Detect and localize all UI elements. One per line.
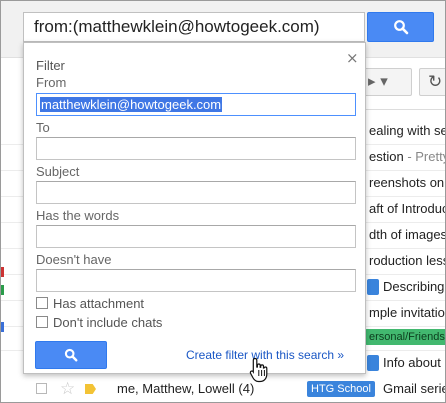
doesnt-have-label: Doesn't have bbox=[36, 252, 112, 267]
gmail-window: from:(matthewklein@howtogeek.com) ▸ ▾ ↻ … bbox=[0, 0, 446, 403]
hand-cursor-icon bbox=[249, 357, 268, 383]
table-row[interactable]: ☆ me, Matthew, Lowell (4) HTG School Gma… bbox=[1, 375, 446, 402]
to-label: To bbox=[36, 120, 50, 135]
refresh-icon: ↻ bbox=[428, 72, 443, 92]
close-icon[interactable]: × bbox=[346, 49, 359, 67]
has-attachment-label: Has attachment bbox=[53, 296, 145, 311]
filter-search-button[interactable] bbox=[35, 341, 107, 369]
email-subject: Gmail serie bbox=[383, 381, 446, 396]
subject-field[interactable] bbox=[36, 181, 356, 204]
email-snippet: reenshots on bbox=[369, 175, 445, 190]
chevron-down-icon: ▸ ▾ bbox=[368, 72, 388, 90]
label-badge[interactable] bbox=[367, 279, 379, 295]
email-sender: me, Matthew, Lowell (4) bbox=[117, 381, 255, 396]
refresh-button[interactable]: ↻ bbox=[419, 68, 445, 96]
email-snippet: Describing bbox=[383, 279, 445, 294]
panel-title: Filter bbox=[36, 58, 65, 73]
from-field-value: matthewklein@howtogeek.com bbox=[40, 97, 223, 112]
divider bbox=[357, 109, 445, 110]
filter-dropdown-panel: Filter × From matthewklein@howtogeek.com… bbox=[23, 42, 366, 374]
no-chats-label: Don't include chats bbox=[53, 315, 163, 330]
email-snippet: aft of Introduct bbox=[369, 201, 446, 216]
has-words-field[interactable] bbox=[36, 225, 356, 248]
label-badge[interactable] bbox=[367, 355, 379, 371]
email-snippet: estion - Pretty bbox=[369, 149, 446, 164]
has-words-label: Has the words bbox=[36, 208, 120, 223]
no-chats-checkbox[interactable] bbox=[36, 316, 48, 328]
email-snippet: ealing with sett bbox=[369, 123, 445, 138]
search-icon bbox=[394, 20, 409, 35]
email-snippet: mple invitation bbox=[369, 305, 446, 320]
label-marker bbox=[1, 267, 4, 277]
from-label: From bbox=[36, 75, 67, 90]
doesnt-have-field[interactable] bbox=[36, 269, 356, 292]
search-input[interactable]: from:(matthewklein@howtogeek.com) bbox=[23, 12, 365, 42]
label-marker bbox=[1, 285, 4, 295]
subject-label: Subject bbox=[36, 164, 80, 179]
email-snippet: dth of images bbox=[369, 227, 446, 242]
star-icon[interactable]: ☆ bbox=[60, 375, 75, 402]
search-button[interactable] bbox=[367, 12, 434, 42]
label-badge[interactable]: HTG School bbox=[307, 381, 375, 397]
email-snippet: Info about bbox=[383, 355, 441, 370]
label-marker bbox=[1, 322, 4, 332]
search-icon bbox=[64, 348, 78, 362]
label-badge[interactable]: ersonal/Friends bbox=[365, 329, 445, 345]
from-field[interactable]: matthewklein@howtogeek.com bbox=[36, 93, 356, 116]
to-field[interactable] bbox=[36, 137, 356, 160]
has-attachment-checkbox[interactable] bbox=[36, 297, 48, 309]
email-snippet: roduction less bbox=[369, 253, 446, 268]
row-checkbox[interactable] bbox=[36, 383, 47, 394]
label-tag-icon bbox=[85, 384, 96, 394]
